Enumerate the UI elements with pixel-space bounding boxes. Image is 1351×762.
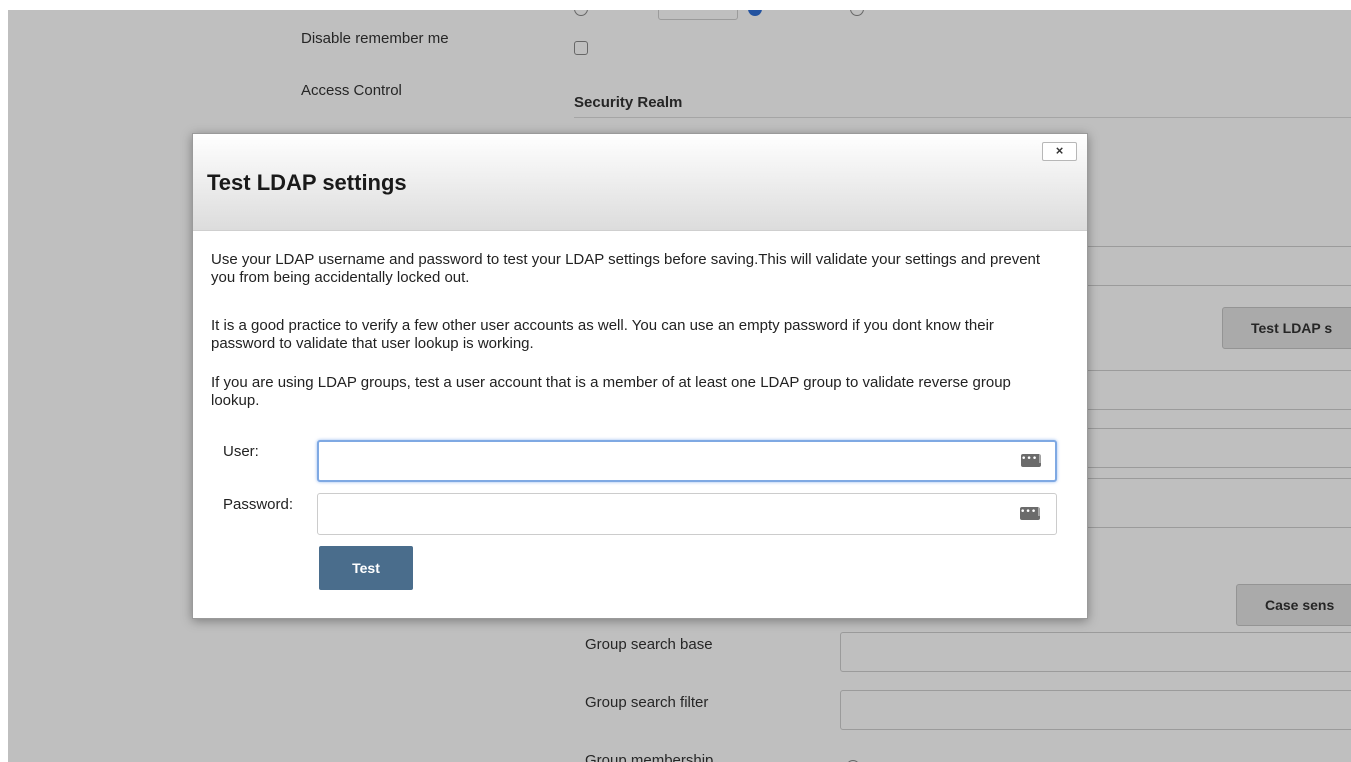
close-button[interactable]: ×: [1042, 142, 1077, 161]
test-button[interactable]: Test: [319, 546, 413, 590]
password-field[interactable]: •••|: [317, 493, 1057, 535]
password-label: Password:: [223, 496, 294, 513]
keychain-icon[interactable]: •••|: [1020, 507, 1042, 520]
password-input[interactable]: [324, 500, 1008, 526]
instructions-paragraph: Use your LDAP username and password to t…: [211, 251, 1041, 286]
instructions-paragraph: It is a good practice to verify a few ot…: [211, 317, 994, 352]
window-top-edge: [0, 0, 1351, 10]
dialog-title: Test LDAP settings: [207, 170, 407, 195]
user-field[interactable]: •••|: [317, 440, 1057, 482]
keychain-icon[interactable]: •••|: [1021, 454, 1043, 467]
test-ldap-dialog: Test LDAP settings × Use your LDAP usern…: [192, 133, 1088, 619]
security-settings-page: Disable remember me Access Control Secur…: [8, 10, 1351, 762]
close-icon: ×: [1055, 143, 1064, 158]
instructions-paragraph: If you are using LDAP groups, test a use…: [211, 374, 1011, 409]
user-input[interactable]: [325, 448, 1009, 474]
user-label: User:: [223, 443, 259, 460]
dialog-header: Test LDAP settings ×: [193, 134, 1087, 231]
window-left-edge: [0, 0, 8, 762]
